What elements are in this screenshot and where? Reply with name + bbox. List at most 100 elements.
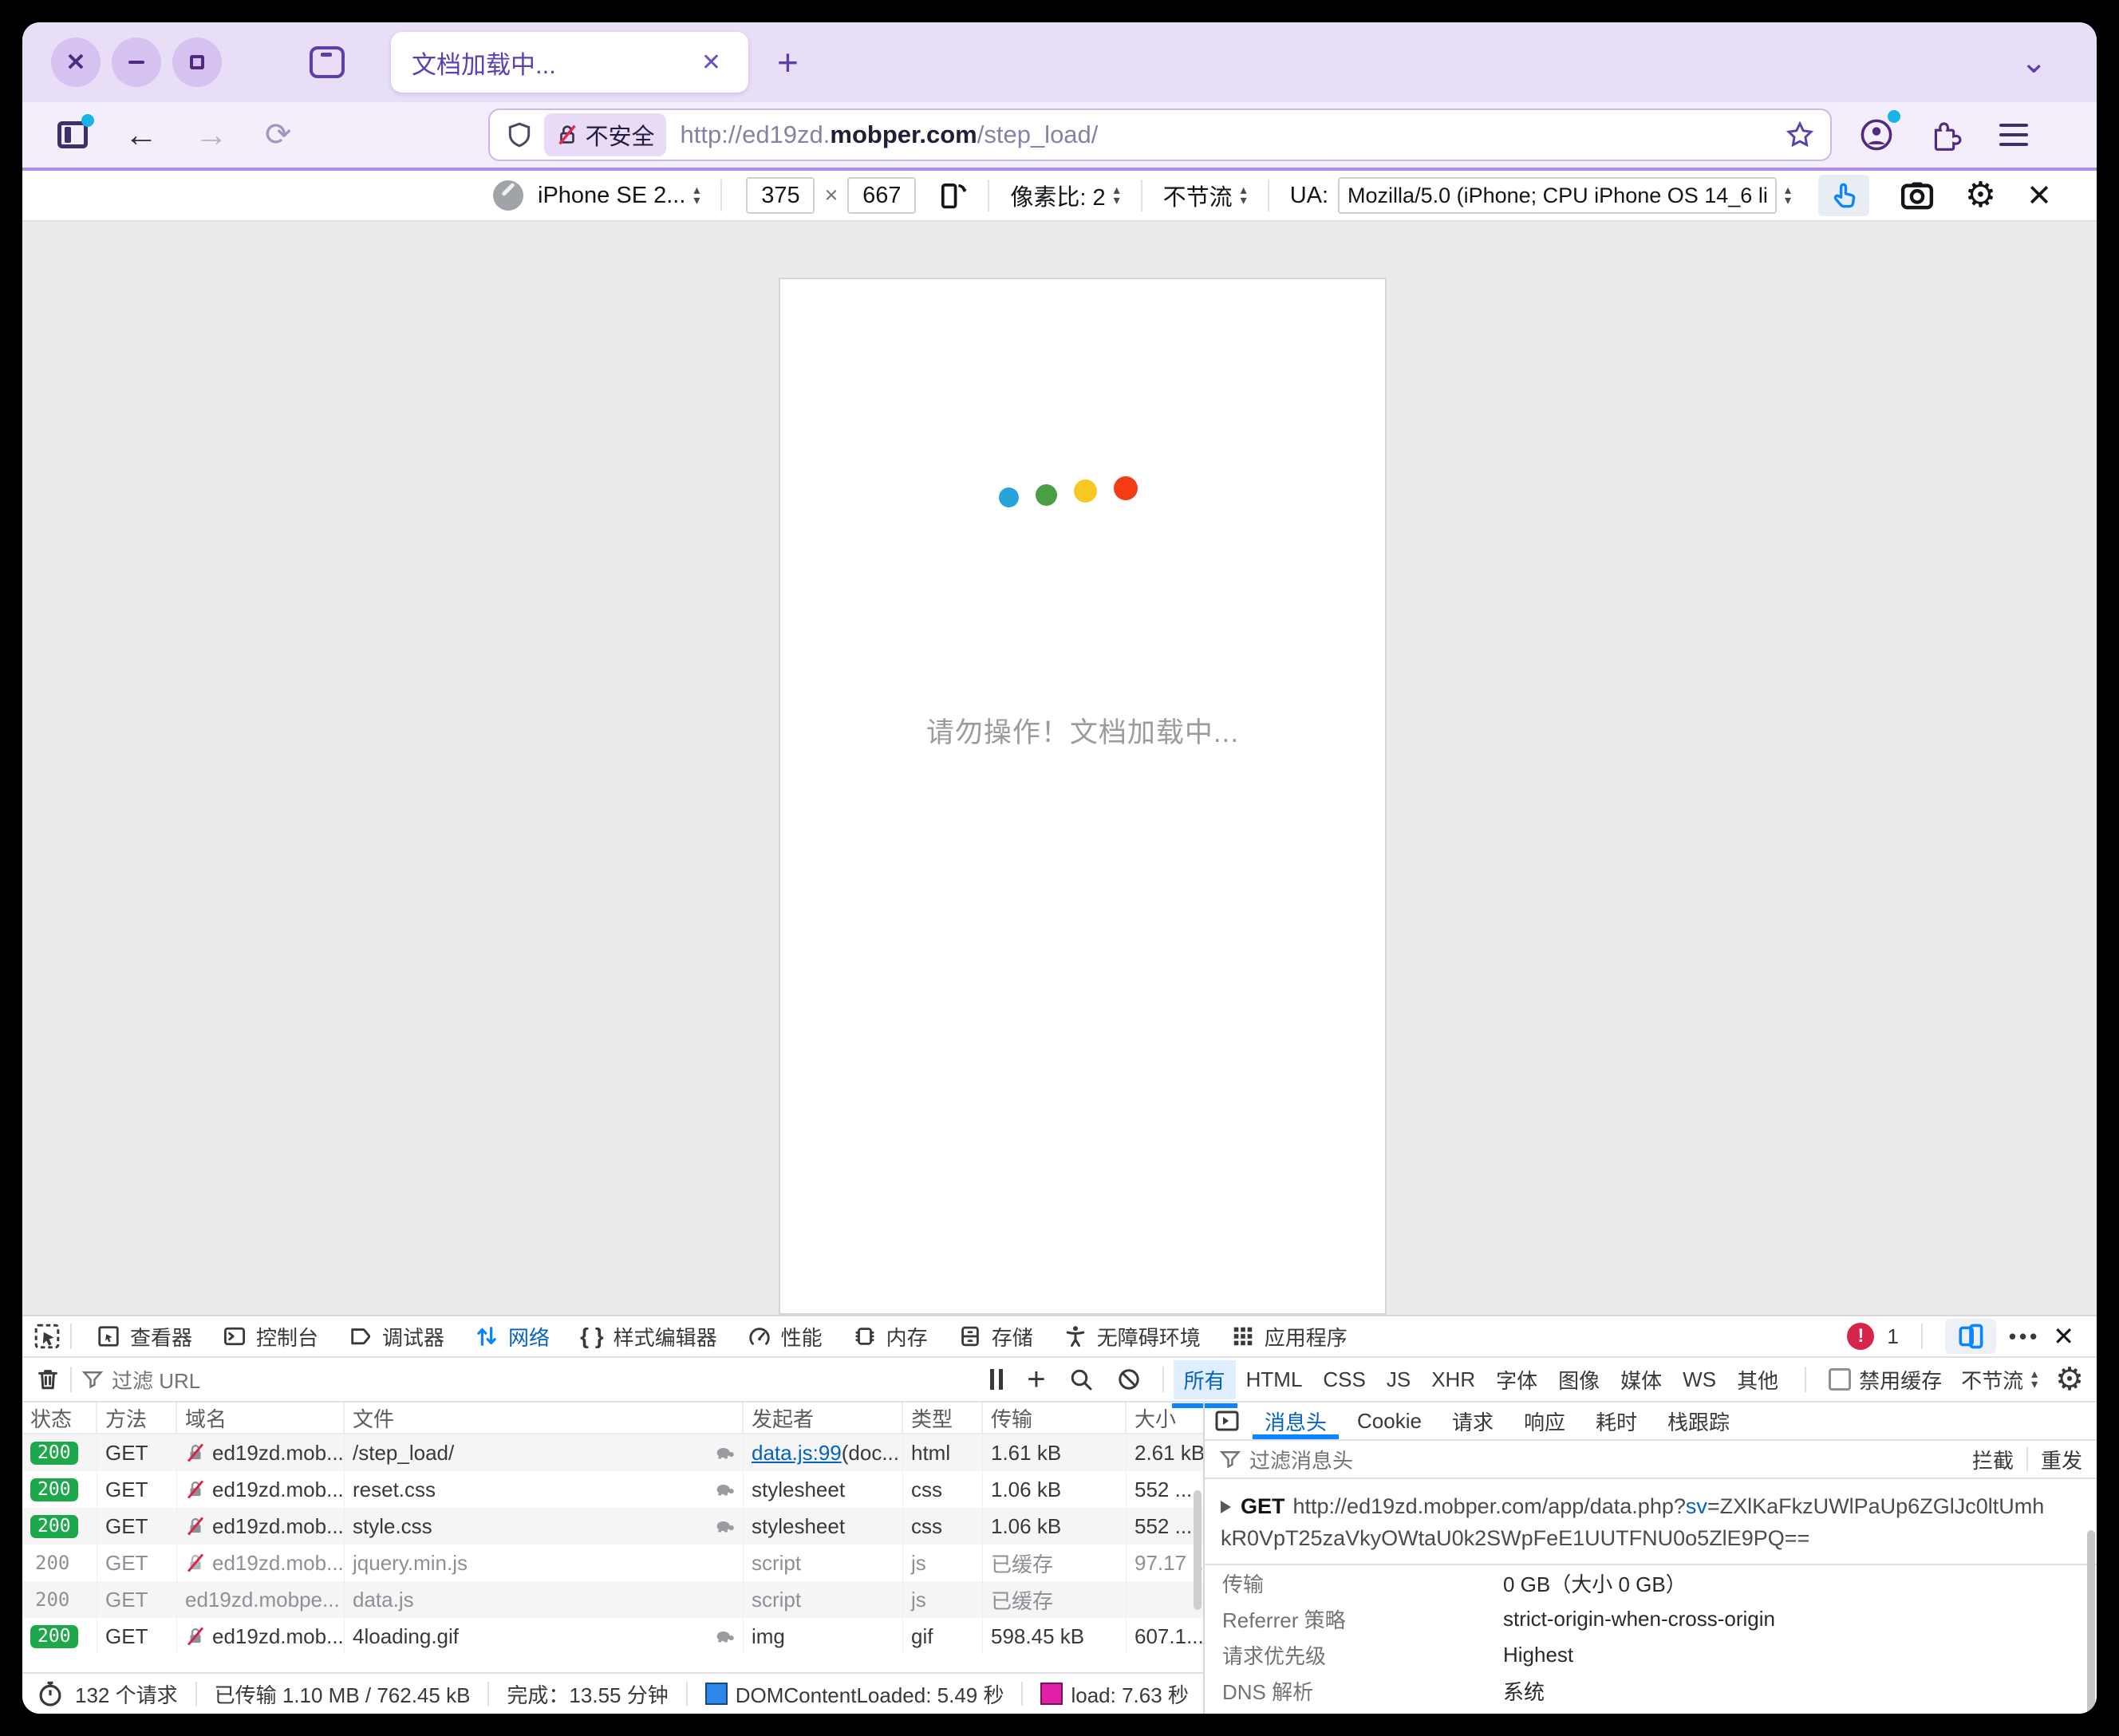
- user-agent-input[interactable]: [1338, 177, 1777, 214]
- menu-button[interactable]: [1999, 124, 2028, 146]
- device-selector-arrows-icon[interactable]: ▴▾: [693, 185, 700, 206]
- tab-console[interactable]: 控制台: [207, 1316, 333, 1356]
- pixel-ratio-arrows-icon[interactable]: ▴▾: [1114, 185, 1120, 206]
- tab-debugger[interactable]: 调试器: [333, 1316, 460, 1356]
- header-file[interactable]: 文件: [345, 1403, 744, 1433]
- block-request-icon[interactable]: [1116, 1367, 1142, 1392]
- responsive-mode-toggle-button[interactable]: [1945, 1319, 1996, 1354]
- pixel-ratio-selector[interactable]: 像素比: 2: [1010, 179, 1105, 212]
- tab-style-editor[interactable]: { } 样式编辑器: [565, 1316, 732, 1356]
- tab-application[interactable]: 应用程序: [1216, 1316, 1363, 1356]
- request-row-loading-gif[interactable]: 200 GET ed19zd.mob... 4loading.gif img g…: [22, 1618, 1203, 1655]
- request-row-data-js[interactable]: 200 GET ed19zd.mobpe... data.js script j…: [22, 1581, 1203, 1618]
- device-selector[interactable]: iPhone SE 2...: [538, 183, 685, 209]
- pause-traffic-icon[interactable]: [990, 1369, 1003, 1390]
- account-button[interactable]: [1859, 117, 1894, 152]
- search-icon[interactable]: [1068, 1367, 1094, 1392]
- reload-button[interactable]: ⟳: [265, 116, 292, 153]
- ua-arrows-icon[interactable]: ▴▾: [1785, 185, 1791, 206]
- filter-chip-images[interactable]: 图像: [1548, 1360, 1610, 1399]
- throttling-selector[interactable]: 不节流: [1163, 179, 1233, 212]
- pick-element-icon[interactable]: [34, 1323, 61, 1350]
- filter-chip-html[interactable]: HTML: [1236, 1363, 1313, 1397]
- tab-storage[interactable]: 存储: [943, 1316, 1048, 1356]
- network-throttling-arrows-icon[interactable]: ▴▾: [2031, 1369, 2038, 1390]
- add-request-icon[interactable]: +: [1027, 1362, 1045, 1398]
- tab-list-chevron-icon[interactable]: ⌄: [2020, 44, 2047, 81]
- insecure-badge[interactable]: 不安全: [544, 113, 666, 156]
- request-row-style-css[interactable]: 200 GET ed19zd.mob... style.css styleshe…: [22, 1508, 1203, 1545]
- filter-chip-js[interactable]: JS: [1376, 1363, 1421, 1397]
- filter-chip-ws[interactable]: WS: [1672, 1363, 1726, 1397]
- header-initiator[interactable]: 发起者: [744, 1403, 903, 1433]
- touch-simulation-button[interactable]: [1818, 175, 1869, 216]
- sidebar-button[interactable]: [57, 121, 88, 148]
- rdm-settings-gear-icon[interactable]: ⚙: [1965, 178, 1996, 213]
- forward-button[interactable]: →: [195, 118, 228, 152]
- devtools-menu-icon[interactable]: •••: [2009, 1324, 2040, 1349]
- request-row-jquery[interactable]: 200 GET ed19zd.mob... jquery.min.js scri…: [22, 1545, 1203, 1581]
- window-minimize-button[interactable]: [112, 37, 161, 87]
- filter-chip-xhr[interactable]: XHR: [1421, 1363, 1486, 1397]
- details-tab-cookie[interactable]: Cookie: [1342, 1403, 1437, 1439]
- filter-chip-all[interactable]: 所有: [1174, 1360, 1236, 1399]
- bookmark-star-icon[interactable]: [1786, 120, 1814, 149]
- back-button[interactable]: ←: [124, 118, 158, 152]
- header-type[interactable]: 类型: [903, 1403, 983, 1433]
- initiator-link[interactable]: data.js:99: [752, 1441, 842, 1466]
- transferred-cell: 1.06 kB: [983, 1508, 1127, 1545]
- rdm-close-icon[interactable]: ✕: [2026, 178, 2052, 214]
- screenshot-camera-icon[interactable]: [1900, 178, 1935, 213]
- filter-chip-media[interactable]: 媒体: [1610, 1360, 1672, 1399]
- network-settings-gear-icon[interactable]: ⚙: [2055, 1363, 2084, 1395]
- tab-inspector[interactable]: 查看器: [81, 1316, 207, 1356]
- details-tab-timings[interactable]: 耗时: [1580, 1403, 1652, 1439]
- header-size[interactable]: 大小: [1127, 1403, 1203, 1433]
- header-status[interactable]: 状态: [22, 1403, 97, 1433]
- active-tab[interactable]: 文档加载中... ✕: [391, 32, 748, 93]
- split-panel-icon[interactable]: [1214, 1408, 1240, 1434]
- header-method[interactable]: 方法: [97, 1403, 177, 1433]
- filter-url-input[interactable]: 过滤 URL: [112, 1365, 200, 1395]
- details-tab-request[interactable]: 请求: [1437, 1403, 1509, 1439]
- filter-headers-input[interactable]: 过滤消息头: [1249, 1445, 1353, 1474]
- filter-chip-other[interactable]: 其他: [1726, 1360, 1789, 1399]
- rotate-viewport-icon[interactable]: [933, 179, 967, 212]
- expand-caret-icon[interactable]: [1221, 1501, 1231, 1513]
- details-scrollbar[interactable]: [2087, 1530, 2095, 1714]
- firefox-view-icon[interactable]: [310, 46, 345, 78]
- network-throttling-selector[interactable]: 不节流: [1961, 1365, 2023, 1395]
- viewport-width-input[interactable]: [746, 177, 815, 214]
- extensions-button[interactable]: [1929, 118, 1963, 152]
- request-url-block[interactable]: GEThttp://ed19zd.mobper.com/app/data.php…: [1205, 1479, 2097, 1565]
- error-badge-icon[interactable]: !: [1847, 1323, 1874, 1350]
- tab-accessibility[interactable]: 无障碍环境: [1048, 1316, 1216, 1356]
- tab-memory[interactable]: 内存: [838, 1316, 943, 1356]
- block-button[interactable]: 拦截: [1972, 1445, 2014, 1474]
- new-tab-button[interactable]: +: [777, 41, 799, 84]
- viewport-height-input[interactable]: [847, 177, 916, 214]
- header-transferred[interactable]: 传输: [983, 1403, 1127, 1433]
- url-bar[interactable]: 不安全 http://ed19zd.mobper.com/step_load/: [488, 108, 1832, 161]
- details-tab-response[interactable]: 响应: [1509, 1403, 1580, 1439]
- disable-cache-checkbox[interactable]: [1829, 1368, 1851, 1391]
- details-tab-stacktrace[interactable]: 栈跟踪: [1652, 1403, 1745, 1439]
- request-row-reset-css[interactable]: 200 GET ed19zd.mob... reset.css styleshe…: [22, 1471, 1203, 1508]
- request-count[interactable]: 132 个请求: [75, 1679, 178, 1709]
- devtools-close-icon[interactable]: ✕: [2053, 1321, 2074, 1351]
- tab-performance[interactable]: 性能: [732, 1316, 838, 1356]
- clear-requests-trash-icon[interactable]: [35, 1367, 61, 1392]
- filter-chip-fonts[interactable]: 字体: [1486, 1360, 1548, 1399]
- details-tab-headers[interactable]: 消息头: [1249, 1403, 1342, 1439]
- tab-close-icon[interactable]: ✕: [695, 45, 728, 80]
- request-row-step-load[interactable]: 200 GET ed19zd.mob... /step_load/ data.j…: [22, 1434, 1203, 1471]
- window-maximize-button[interactable]: [172, 37, 222, 87]
- throttling-arrows-icon[interactable]: ▴▾: [1241, 185, 1247, 206]
- header-domain[interactable]: 域名: [177, 1403, 345, 1433]
- resend-button[interactable]: 重发: [2041, 1445, 2082, 1474]
- window-close-button[interactable]: ✕: [51, 37, 101, 87]
- request-list-scrollbar[interactable]: [1194, 1490, 1202, 1610]
- shield-icon[interactable]: [506, 121, 533, 148]
- tab-network[interactable]: 网络: [460, 1316, 565, 1356]
- filter-chip-css[interactable]: CSS: [1312, 1363, 1375, 1397]
